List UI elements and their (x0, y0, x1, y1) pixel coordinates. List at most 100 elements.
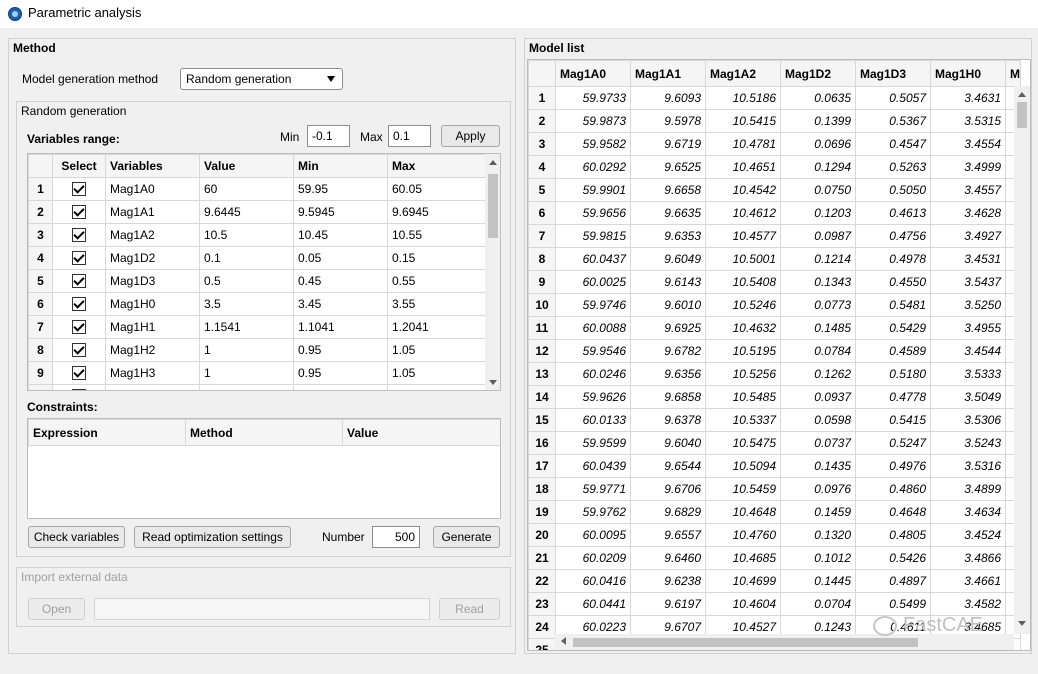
variable-row[interactable]: 2 Mag1A1 9.6445 9.5945 9.6945 (28, 200, 486, 224)
model-value-cell[interactable]: 9.6049 (630, 247, 706, 271)
model-value-cell[interactable]: 0.5180 (855, 362, 931, 386)
variable-name-cell[interactable]: Mag1H1 (105, 315, 200, 339)
model-value-cell[interactable]: 10.4781 (705, 132, 781, 156)
min-input[interactable]: -0.1 (307, 125, 350, 147)
model-value-cell[interactable]: 59.9901 (555, 178, 631, 202)
model-value-cell[interactable]: 0.0635 (780, 86, 856, 110)
model-value-cell[interactable]: 3.4582 (930, 592, 1006, 616)
model-value-cell[interactable]: 10.5094 (705, 454, 781, 478)
model-value-cell[interactable]: 0.5499 (855, 592, 931, 616)
variable-value-cell[interactable]: 1 (199, 338, 294, 362)
variable-row[interactable]: 8 Mag1H2 1 0.95 1.05 (28, 338, 486, 362)
variable-name-cell[interactable]: Mag1L0 (105, 384, 200, 390)
model-value-cell[interactable]: 9.6040 (630, 431, 706, 455)
model-value-cell[interactable]: 3.4531 (930, 247, 1006, 271)
model-value-cell[interactable]: 59.9762 (555, 500, 631, 524)
model-value-cell[interactable]: 10.5337 (705, 408, 781, 432)
variable-row[interactable]: 6 Mag1H0 3.5 3.45 3.55 (28, 292, 486, 316)
model-row[interactable]: 17 60.0439 9.6544 10.5094 0.1435 0.4976 3.5316 (528, 454, 1021, 478)
checkbox-checked-icon[interactable] (72, 366, 86, 381)
variable-max-cell[interactable]: 10.55 (387, 384, 486, 390)
variables-scrollbar[interactable] (485, 154, 500, 390)
model-value-cell[interactable]: 60.0439 (555, 454, 631, 478)
model-value-cell[interactable]: 0.4978 (855, 247, 931, 271)
variable-max-cell[interactable]: 9.6945 (387, 200, 486, 224)
model-value-cell[interactable]: 3.5049 (930, 385, 1006, 409)
model-value-cell[interactable]: 0.5415 (855, 408, 931, 432)
model-value-cell[interactable]: 10.5246 (705, 293, 781, 317)
model-row[interactable]: 9 60.0025 9.6143 10.5408 0.1343 0.4550 3.5437 (528, 270, 1021, 294)
model-value-cell[interactable]: 10.4760 (705, 523, 781, 547)
model-value-cell[interactable]: 0.1214 (780, 247, 856, 271)
model-value-cell[interactable]: 0.5050 (855, 178, 931, 202)
column-header[interactable]: Max (387, 154, 486, 178)
model-row[interactable]: 18 59.9771 9.6706 10.5459 0.0976 0.4860 3.4899 (528, 477, 1021, 501)
model-value-cell[interactable]: 60.0292 (555, 155, 631, 179)
model-row[interactable]: 13 60.0246 9.6356 10.5256 0.1262 0.5180 3.5333 (528, 362, 1021, 386)
checkbox-checked-icon[interactable] (72, 205, 86, 220)
model-value-cell[interactable]: 0.0937 (780, 385, 856, 409)
model-value-cell[interactable]: 0.0976 (780, 477, 856, 501)
model-value-cell[interactable]: 0.5247 (855, 431, 931, 455)
model-value-cell[interactable]: 0.1399 (780, 109, 856, 133)
model-row[interactable]: 16 59.9599 9.6040 10.5475 0.0737 0.5247 3.5243 (528, 431, 1021, 455)
model-value-cell[interactable]: 9.6858 (630, 385, 706, 409)
model-value-cell[interactable]: 60.0416 (555, 569, 631, 593)
model-value-cell[interactable]: 3.4927 (930, 224, 1006, 248)
model-value-cell[interactable]: 60.0133 (555, 408, 631, 432)
model-value-cell[interactable]: 9.6635 (630, 201, 706, 225)
checkbox-checked-icon[interactable] (72, 228, 86, 243)
model-row[interactable]: 14 59.9626 9.6858 10.5485 0.0937 0.4778 3.5049 (528, 385, 1021, 409)
column-header[interactable]: Variables (105, 154, 200, 178)
model-value-cell[interactable]: 0.0987 (780, 224, 856, 248)
model-value-cell[interactable]: 59.9746 (555, 293, 631, 317)
select-checkbox[interactable] (52, 223, 106, 247)
checkbox-checked-icon[interactable] (72, 320, 86, 335)
model-value-cell[interactable]: 0.1435 (780, 454, 856, 478)
model-value-cell[interactable]: 0.4613 (855, 201, 931, 225)
model-value-cell[interactable]: 10.5475 (705, 431, 781, 455)
checkbox-checked-icon[interactable] (72, 251, 86, 266)
generate-button[interactable]: Generate (433, 526, 500, 548)
model-value-cell[interactable]: 0.4778 (855, 385, 931, 409)
variable-value-cell[interactable]: 10.5 (199, 223, 294, 247)
model-value-cell[interactable]: 9.6353 (630, 224, 706, 248)
checkbox-checked-icon[interactable] (72, 297, 86, 312)
column-header[interactable]: Mag1H0 (930, 60, 1006, 87)
model-value-cell[interactable]: 0.1203 (780, 201, 856, 225)
model-value-cell[interactable]: 9.6782 (630, 339, 706, 363)
model-row[interactable]: 1 59.9733 9.6093 10.5186 0.0635 0.5057 3.4631 (528, 86, 1021, 110)
scroll-left-icon[interactable] (561, 637, 566, 645)
model-value-cell[interactable]: 0.1459 (780, 500, 856, 524)
variable-name-cell[interactable]: Mag1A1 (105, 200, 200, 224)
variable-max-cell[interactable]: 1.05 (387, 361, 486, 385)
select-checkbox[interactable] (52, 177, 106, 201)
column-header[interactable]: Value (199, 154, 294, 178)
model-value-cell[interactable]: 0.0737 (780, 431, 856, 455)
variable-min-cell[interactable]: 0.95 (293, 361, 388, 385)
variable-max-cell[interactable]: 0.15 (387, 246, 486, 270)
variable-max-cell[interactable]: 1.05 (387, 338, 486, 362)
model-value-cell[interactable]: 0.0598 (780, 408, 856, 432)
model-value-cell[interactable]: 3.5437 (930, 270, 1006, 294)
model-value-cell[interactable]: 9.6829 (630, 500, 706, 524)
model-value-cell[interactable]: 9.6460 (630, 546, 706, 570)
model-value-cell[interactable]: 0.4976 (855, 454, 931, 478)
scroll-up-icon[interactable] (1018, 92, 1026, 97)
max-input[interactable]: 0.1 (388, 125, 431, 147)
model-value-cell[interactable]: 60.0441 (555, 592, 631, 616)
model-value-cell[interactable]: 9.6557 (630, 523, 706, 547)
model-value-cell[interactable]: 0.0784 (780, 339, 856, 363)
variable-value-cell[interactable]: 1.1541 (199, 315, 294, 339)
variable-min-cell[interactable]: 10.45 (293, 384, 388, 390)
variable-max-cell[interactable]: 60.05 (387, 177, 486, 201)
variable-min-cell[interactable]: 0.95 (293, 338, 388, 362)
model-row[interactable]: 21 60.0209 9.6460 10.4685 0.1012 0.5426 3.4866 (528, 546, 1021, 570)
checkbox-checked-icon[interactable] (72, 182, 86, 197)
variable-value-cell[interactable]: 10.5 (199, 384, 294, 390)
model-value-cell[interactable]: 3.4544 (930, 339, 1006, 363)
variable-row[interactable]: 10 Mag1L010.510.4510.55 (28, 384, 486, 390)
model-row[interactable]: 22 60.0416 9.6238 10.4699 0.1445 0.4897 3.4661 (528, 569, 1021, 593)
model-value-cell[interactable]: 0.4550 (855, 270, 931, 294)
model-value-cell[interactable]: 9.6356 (630, 362, 706, 386)
